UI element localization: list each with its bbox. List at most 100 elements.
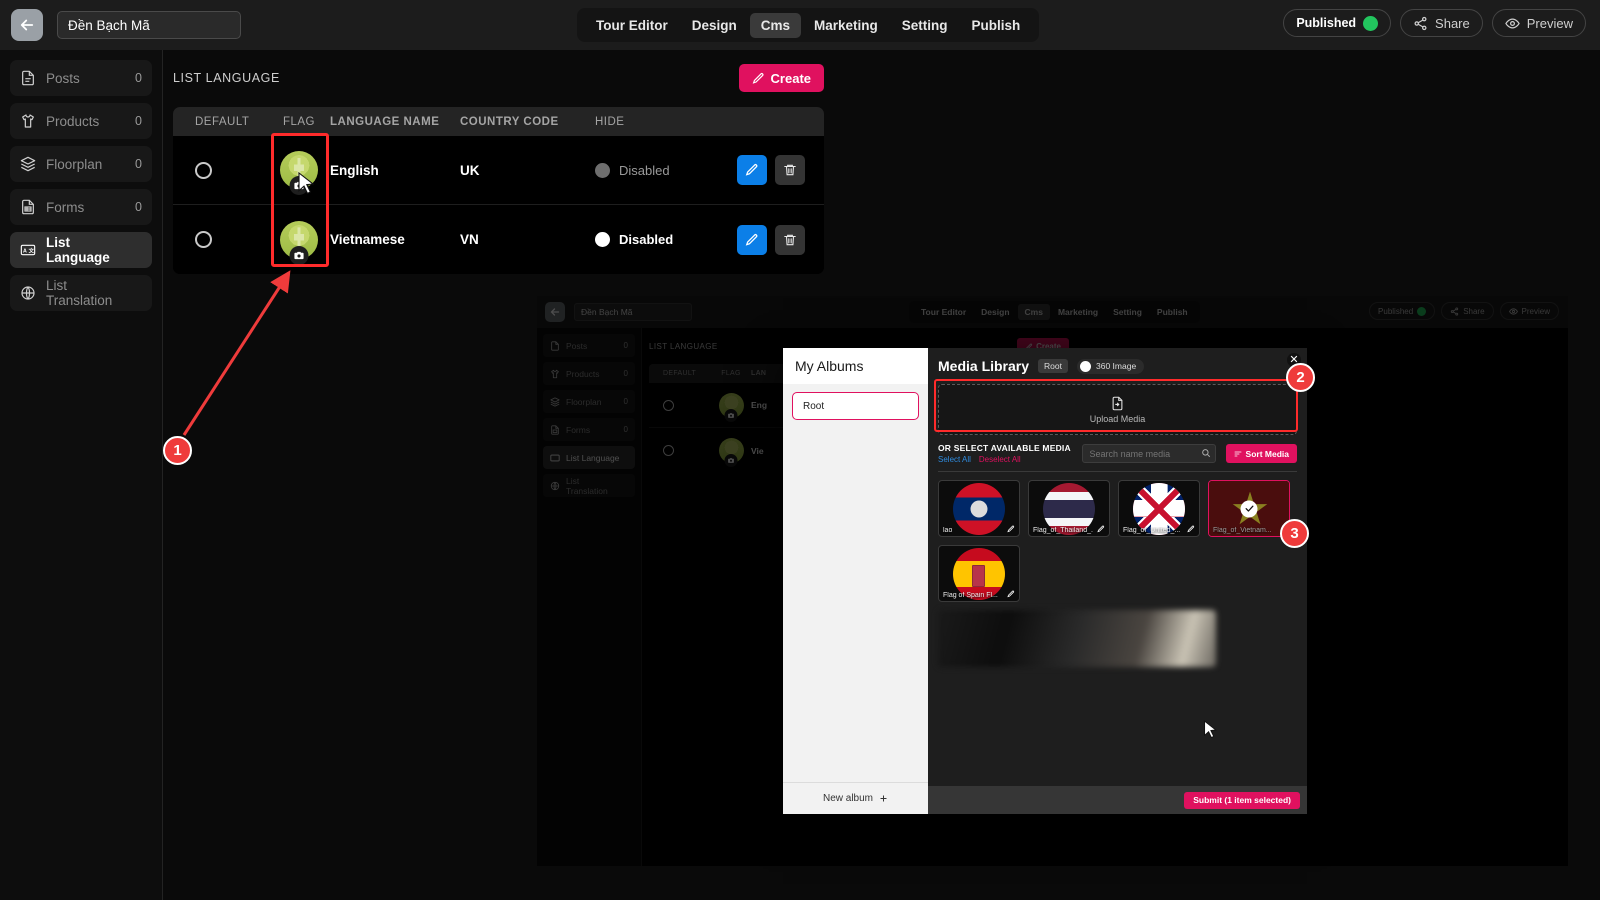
media-tile[interactable]: Flag_of_United_... xyxy=(1118,480,1200,537)
camera-badge-icon[interactable] xyxy=(289,245,309,265)
sidebar-item-label: Forms xyxy=(46,199,85,215)
tab-publish[interactable]: Publish xyxy=(961,13,1032,38)
media-tile-selected[interactable]: Flag_of_Vietnam... xyxy=(1208,480,1290,537)
tshirt-icon xyxy=(22,114,34,128)
sidebar-item-posts[interactable]: Posts 0 xyxy=(10,60,152,96)
delete-button[interactable] xyxy=(775,155,805,185)
pencil-icon[interactable] xyxy=(1007,590,1015,598)
upload-media-dropzone[interactable]: Upload Media xyxy=(938,384,1297,435)
share-icon xyxy=(1414,16,1427,30)
sidebar-item-label: Floorplan xyxy=(46,156,103,172)
status-dot-icon xyxy=(1363,15,1379,31)
column-country-code: COUNTRY CODE xyxy=(460,115,559,128)
media-tile-label: Flag_of_United_... xyxy=(1123,527,1181,534)
sidebar-item-products[interactable]: Products 0 xyxy=(10,103,152,139)
annotation-badge-2: 2 xyxy=(1286,363,1315,392)
edit-button[interactable] xyxy=(737,224,767,255)
default-radio[interactable] xyxy=(195,231,212,248)
deselect-all-link[interactable]: Deselect All xyxy=(979,455,1021,464)
overlay-flag-thumbnail xyxy=(718,392,744,422)
camera-badge-icon[interactable] xyxy=(289,176,309,195)
media-grid: lao Flag_of_Thailand_... Flag_of_United_… xyxy=(928,472,1307,675)
sort-icon xyxy=(1234,451,1241,456)
column-default: DEFAULT xyxy=(195,115,250,128)
media-tile[interactable]: lao xyxy=(938,480,1020,537)
search-icon xyxy=(1201,448,1210,457)
camera-badge-icon xyxy=(724,408,738,422)
new-album-button[interactable]: New album xyxy=(783,782,928,814)
tab-setting[interactable]: Setting xyxy=(891,13,959,38)
overlay-default-radio xyxy=(663,445,674,456)
sidebar-item-label: List Language xyxy=(46,235,110,265)
delete-button[interactable] xyxy=(775,224,805,255)
pencil-icon[interactable] xyxy=(1007,525,1015,533)
360-image-toggle[interactable]: 360 Image xyxy=(1077,358,1145,374)
overlay-tab-cms: Cms xyxy=(1017,304,1050,320)
media-tile[interactable]: Flag of Spain Fl... xyxy=(938,545,1020,602)
table-row: Vietnamese VN Disabled xyxy=(173,205,824,274)
pencil-icon[interactable] xyxy=(1187,525,1195,533)
overlay-top-right-actions: Published Share Preview xyxy=(1369,302,1559,320)
flag-thumbnail[interactable] xyxy=(280,151,318,195)
camera-icon xyxy=(728,458,734,463)
sidebar-item-forms[interactable]: Forms 0 xyxy=(10,189,152,225)
create-button[interactable]: Create xyxy=(738,64,824,92)
hide-status-label: Disabled xyxy=(619,232,674,247)
form-icon xyxy=(551,424,559,435)
sidebar-item-list-language[interactable]: A 文 List Language xyxy=(10,232,152,268)
overlay-tab-design: Design xyxy=(981,307,1010,317)
overlay-sidebar-item-products: Products 0 xyxy=(543,362,635,385)
pencil-icon[interactable] xyxy=(1097,525,1105,533)
flag-cell[interactable] xyxy=(268,151,330,195)
published-status-button[interactable]: Published xyxy=(1283,9,1392,37)
language-icon xyxy=(550,454,560,461)
preview-button[interactable]: Preview xyxy=(1491,9,1586,37)
flag-thumbnail[interactable] xyxy=(280,220,318,265)
select-all-link[interactable]: Select All xyxy=(938,455,971,464)
project-title-input[interactable] xyxy=(57,11,241,39)
hide-toggle-cell[interactable]: Disabled xyxy=(595,232,737,247)
search-media-input[interactable] xyxy=(1081,444,1216,464)
default-radio[interactable] xyxy=(195,161,212,179)
media-tile-label: Flag of Spain Fl... xyxy=(943,592,998,599)
tab-marketing[interactable]: Marketing xyxy=(803,13,889,38)
sort-media-label: Sort Media xyxy=(1245,448,1289,459)
camera-icon xyxy=(294,181,304,190)
overlay-flag-thumbnail xyxy=(718,438,744,467)
sidebar-item-list-translation[interactable]: List Translation xyxy=(10,275,152,311)
overlay-flag-cell xyxy=(711,392,751,422)
overlay-page-title: LIST LANGUAGE xyxy=(649,342,718,351)
hide-toggle-dot[interactable] xyxy=(595,232,610,247)
edit-button[interactable] xyxy=(737,155,767,185)
media-tile-label: lao xyxy=(943,527,953,534)
default-radio-cell xyxy=(173,231,268,248)
library-spacer xyxy=(928,675,1307,786)
my-albums-title: My Albums xyxy=(783,348,928,384)
tab-design[interactable]: Design xyxy=(681,13,748,38)
tab-tour-editor[interactable]: Tour Editor xyxy=(585,13,679,38)
album-item-root[interactable]: Root xyxy=(792,392,919,420)
overlay-published-label: Published xyxy=(1378,306,1414,316)
overlay-preview-label: Preview xyxy=(1521,306,1550,316)
trash-icon xyxy=(784,234,796,245)
hide-toggle-dot[interactable] xyxy=(595,162,610,178)
sort-media-button[interactable]: Sort Media xyxy=(1225,444,1297,463)
overlay-flag-cell xyxy=(711,438,751,467)
back-button[interactable] xyxy=(11,9,43,41)
root-breadcrumb-badge[interactable]: Root xyxy=(1038,359,1068,373)
annotation-badge-3: 3 xyxy=(1280,519,1309,548)
sidebar-item-floorplan[interactable]: Floorplan 0 xyxy=(10,146,152,182)
overlay-default-cell xyxy=(649,399,711,411)
overlay-column-flag: FLAG xyxy=(721,370,741,377)
pencil-icon xyxy=(752,72,764,84)
media-library-modal: My Albums Root New album ✕ Media Library… xyxy=(783,348,1307,814)
top-right-actions: Published Share Preview xyxy=(1283,9,1586,37)
media-tile[interactable]: Flag_of_Thailand_... xyxy=(1028,480,1110,537)
flag-cell[interactable] xyxy=(268,220,330,265)
arrow-left-icon xyxy=(20,19,34,31)
column-flag: FLAG xyxy=(282,115,316,128)
tab-cms[interactable]: Cms xyxy=(749,12,802,38)
hide-toggle-cell[interactable]: Disabled xyxy=(595,162,737,178)
share-button[interactable]: Share xyxy=(1400,9,1483,37)
submit-button[interactable]: Submit (1 item selected) xyxy=(1184,791,1300,809)
